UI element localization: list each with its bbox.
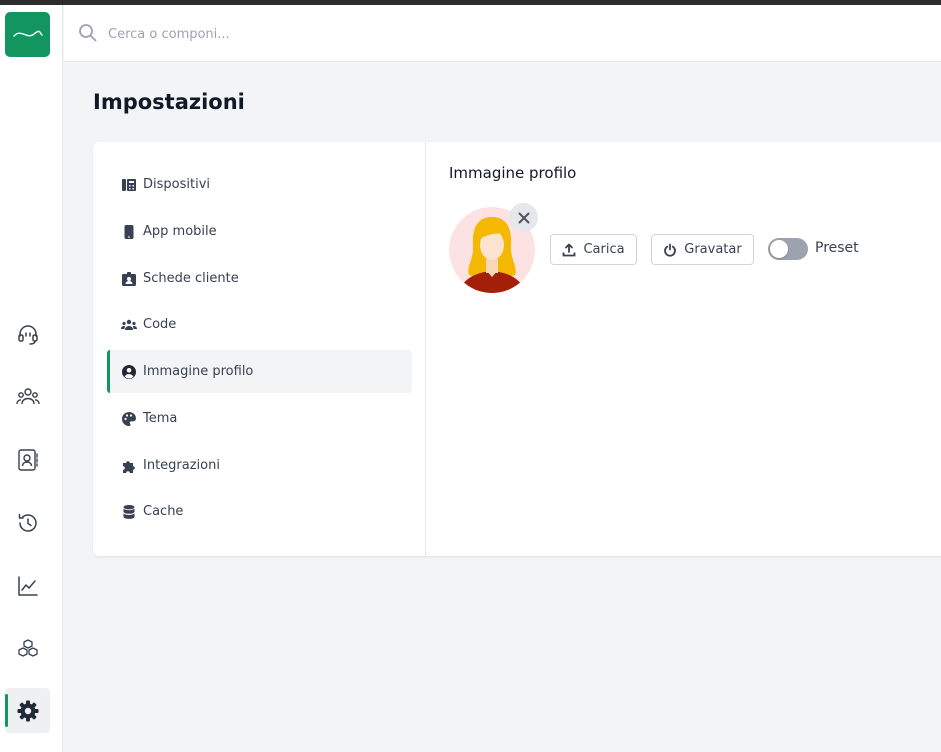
settings-nav-item-dispositivi[interactable]: Dispositivi bbox=[107, 163, 412, 206]
sidebar-item-support[interactable] bbox=[5, 311, 50, 356]
headset-icon bbox=[17, 324, 38, 345]
gear-icon bbox=[17, 700, 38, 721]
gravatar-button[interactable]: Gravatar bbox=[651, 234, 754, 265]
sidebar-item-users[interactable] bbox=[5, 374, 50, 419]
settings-nav-label: Immagine profilo bbox=[143, 364, 254, 379]
settings-nav-label: Tema bbox=[143, 411, 178, 426]
settings-nav-label: App mobile bbox=[143, 224, 217, 239]
settings-nav-item-immagine-profilo[interactable]: Immagine profilo bbox=[107, 350, 412, 393]
settings-nav-label: Dispositivi bbox=[143, 177, 210, 192]
preset-toggle[interactable] bbox=[768, 238, 808, 260]
settings-nav-item-app-mobile[interactable]: App mobile bbox=[107, 210, 412, 253]
user-circle-icon bbox=[121, 364, 137, 380]
sidebar-item-contacts[interactable] bbox=[5, 437, 50, 482]
settings-nav: Dispositivi App mobile Schede cliente Co… bbox=[93, 142, 426, 556]
top-header bbox=[64, 5, 941, 62]
cubes-icon bbox=[17, 638, 38, 657]
history-icon bbox=[18, 513, 37, 532]
settings-nav-item-integrazioni[interactable]: Integrazioni bbox=[107, 444, 412, 487]
settings-nav-label: Cache bbox=[143, 504, 184, 519]
address-book-icon bbox=[17, 448, 38, 471]
settings-nav-item-schede-cliente[interactable]: Schede cliente bbox=[107, 257, 412, 300]
settings-nav-label: Integrazioni bbox=[143, 458, 220, 473]
sidebar-item-settings[interactable] bbox=[5, 688, 50, 733]
palette-icon bbox=[121, 411, 137, 427]
power-icon bbox=[664, 243, 677, 257]
search-input[interactable] bbox=[106, 19, 510, 49]
upload-icon bbox=[563, 243, 576, 256]
settings-nav-item-cache[interactable]: Cache bbox=[107, 490, 412, 533]
remove-avatar-button[interactable] bbox=[509, 203, 538, 232]
settings-nav-label: Schede cliente bbox=[143, 271, 239, 286]
puzzle-icon bbox=[121, 458, 137, 474]
sidebar-item-history[interactable] bbox=[5, 500, 50, 545]
mobile-icon bbox=[121, 224, 137, 240]
sidebar-item-analytics[interactable] bbox=[5, 563, 50, 608]
section-title: Immagine profilo bbox=[449, 164, 577, 182]
upload-button[interactable]: Carica bbox=[550, 234, 637, 265]
device-phone-icon bbox=[121, 177, 137, 193]
wave-logo-icon bbox=[12, 30, 43, 37]
upload-button-label: Carica bbox=[583, 242, 625, 257]
settings-card: Dispositivi App mobile Schede cliente Co… bbox=[93, 142, 941, 556]
sidebar-item-apps[interactable] bbox=[5, 626, 50, 671]
id-badge-icon bbox=[121, 271, 137, 287]
preset-toggle-label: Preset bbox=[815, 240, 859, 256]
toggle-knob bbox=[770, 240, 788, 258]
settings-nav-label: Code bbox=[143, 317, 177, 332]
settings-nav-item-tema[interactable]: Tema bbox=[107, 397, 412, 440]
gravatar-button-label: Gravatar bbox=[684, 242, 742, 257]
settings-nav-item-code[interactable]: Code bbox=[107, 303, 412, 346]
database-icon bbox=[121, 504, 137, 520]
app-logo[interactable] bbox=[5, 12, 50, 57]
search-icon bbox=[79, 24, 97, 42]
chart-line-icon bbox=[17, 575, 38, 596]
users-icon bbox=[15, 387, 40, 404]
close-icon bbox=[518, 212, 529, 223]
app-sidebar bbox=[0, 5, 63, 752]
users-group-icon bbox=[121, 317, 137, 333]
page-title: Impostazioni bbox=[93, 90, 245, 114]
